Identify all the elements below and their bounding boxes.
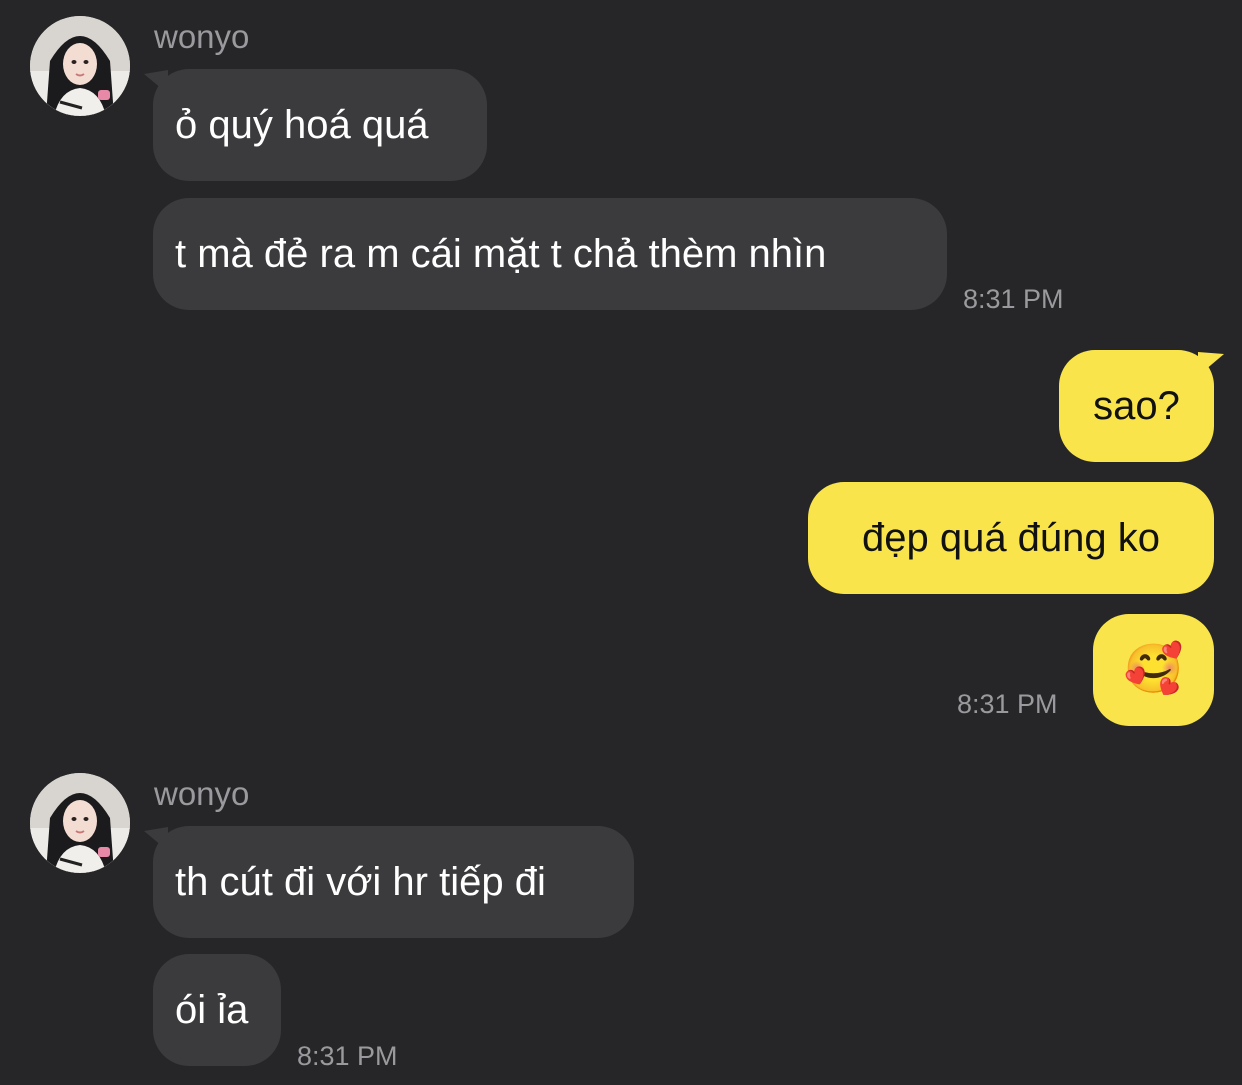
message-timestamp: 8:31 PM: [957, 689, 1058, 719]
incoming-message-bubble[interactable]: th cút đi với hr tiếp đi: [153, 826, 634, 938]
smiling-face-with-hearts-icon: 🥰: [1123, 643, 1184, 696]
sender-name: wonyo: [154, 18, 250, 55]
outgoing-message-bubble[interactable]: đẹp quá đúng ko: [808, 482, 1214, 594]
message-timestamp: 8:31 PM: [297, 1041, 398, 1071]
incoming-message-bubble[interactable]: t mà đẻ ra m cái mặt t chả thèm nhìn: [153, 198, 947, 310]
sender-name: wonyo: [154, 775, 250, 812]
sender-avatar[interactable]: [30, 773, 130, 873]
incoming-message-bubble[interactable]: ói ỉa: [153, 954, 281, 1066]
sender-avatar[interactable]: [30, 16, 130, 116]
outgoing-emoji-bubble[interactable]: 🥰: [1093, 614, 1214, 726]
message-timestamp: 8:31 PM: [963, 284, 1064, 314]
incoming-message-bubble[interactable]: ỏ quý hoá quá: [153, 69, 487, 181]
avatar-photo-icon: [30, 16, 130, 116]
outgoing-message-bubble[interactable]: sao?: [1059, 350, 1214, 462]
avatar-photo-icon: [30, 773, 130, 873]
